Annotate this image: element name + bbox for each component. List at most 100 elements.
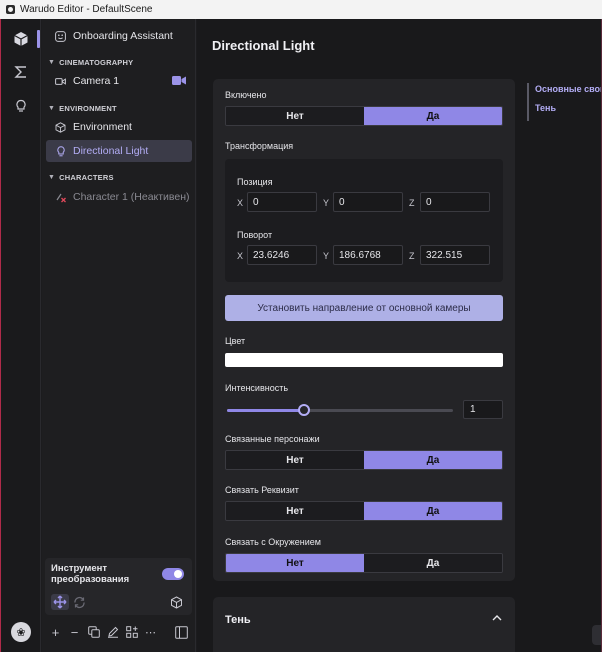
section-label: CINEMATOGRAPHY: [59, 58, 134, 67]
link-props-no-button[interactable]: Нет: [226, 502, 364, 520]
lightbulb-icon: [54, 145, 67, 157]
transform-tool-panel: Инструмент преобразования: [45, 558, 192, 615]
rotation-y-axis-label: Y: [323, 251, 330, 261]
collapse-sidebar-button[interactable]: [172, 623, 191, 641]
position-label: Позиция: [237, 177, 273, 187]
caret-down-icon: ▼: [48, 59, 56, 66]
section-environment[interactable]: ▼ ENVIRONMENT: [48, 104, 117, 113]
sidebar-panel-icon: [175, 625, 188, 639]
window-titlebar: Warudo Editor - DefaultScene: [0, 0, 602, 19]
rotation-y-input[interactable]: 186.6768: [333, 245, 403, 265]
basic-properties-card: Включено Нет Да Трансформация Позиция X …: [213, 79, 515, 581]
inspector-panel: Directional Light Включено Нет Да Трансф…: [197, 19, 602, 652]
duplicate-icon: [87, 626, 100, 638]
rotate-tool-button[interactable]: [70, 594, 88, 610]
linked-characters-no-button[interactable]: Нет: [226, 451, 364, 469]
cube-icon: [14, 32, 28, 46]
duplicate-asset-button[interactable]: [84, 623, 103, 641]
rotation-x-input[interactable]: 23.6246: [247, 245, 317, 265]
transform-tool-title: Инструмент преобразования: [51, 563, 130, 585]
caret-down-icon: ▼: [48, 105, 56, 112]
position-z-axis-label: Z: [409, 198, 415, 208]
app-logo-icon[interactable]: ❀: [11, 622, 31, 642]
sidebar-item-character[interactable]: Character 1 (Неактивен): [46, 186, 192, 208]
link-props-yes-button[interactable]: Да: [364, 502, 502, 520]
section-label: ENVIRONMENT: [59, 104, 117, 113]
link-environment-toggle-group: Нет Да: [225, 553, 503, 573]
rotation-z-input[interactable]: 322.515: [420, 245, 490, 265]
position-x-input[interactable]: 0: [247, 192, 317, 212]
toc-item-basic[interactable]: Основные свой: [535, 83, 602, 102]
page-title: Directional Light: [212, 38, 315, 53]
rotation-x-axis-label: X: [237, 251, 244, 261]
shadow-section-header[interactable]: Тень: [213, 597, 515, 652]
link-props-label: Связать Реквизит: [225, 485, 299, 495]
window-title: Warudo Editor - DefaultScene: [20, 4, 153, 15]
sidebar-item-onboarding[interactable]: Onboarding Assistant: [46, 25, 192, 47]
shadow-section-title: Тень: [225, 614, 251, 626]
transform-tool-toggle[interactable]: [162, 568, 184, 580]
enabled-yes-button[interactable]: Да: [364, 107, 502, 125]
linked-characters-yes-button[interactable]: Да: [364, 451, 502, 469]
sidebar-item-label: Character 1 (Неактивен): [73, 191, 190, 203]
transform-label: Трансформация: [225, 141, 294, 151]
box-icon: [54, 121, 67, 133]
character-inactive-icon: [54, 192, 67, 203]
position-x-axis-label: X: [237, 198, 244, 208]
lightbulb-icon: [16, 99, 26, 112]
link-environment-label: Связать с Окружением: [225, 537, 321, 547]
intensity-input[interactable]: 1: [463, 400, 503, 419]
position-z-input[interactable]: 0: [420, 192, 490, 212]
add-group-button[interactable]: [122, 623, 141, 641]
enabled-no-button[interactable]: Нет: [226, 107, 364, 125]
more-options-button[interactable]: ⋯: [141, 623, 160, 641]
rail-plugins-button[interactable]: [8, 93, 34, 119]
sidebar-item-directional-light[interactable]: Directional Light: [46, 140, 192, 162]
color-label: Цвет: [225, 336, 246, 346]
sidebar-item-label: Camera 1: [73, 75, 120, 87]
video-camera-icon: [54, 77, 67, 86]
section-cinematography[interactable]: ▼ CINEMATOGRAPHY: [48, 58, 133, 67]
enabled-label: Включено: [225, 90, 267, 100]
warudo-logo-icon: [6, 5, 15, 14]
pencil-icon: [107, 626, 118, 638]
sigma-icon: [14, 66, 26, 78]
space-toggle-button[interactable]: [167, 594, 185, 610]
rotation-z-axis-label: Z: [409, 251, 415, 261]
link-props-toggle-group: Нет Да: [225, 501, 503, 521]
caret-down-icon: ▼: [48, 174, 56, 181]
collapse-navigation-button[interactable]: [592, 625, 602, 645]
set-direction-from-camera-button[interactable]: Установить направление от основной камер…: [225, 295, 503, 321]
rename-asset-button[interactable]: [103, 623, 122, 641]
linked-characters-label: Связанные персонажи: [225, 434, 320, 444]
chevron-up-icon: [492, 615, 502, 621]
section-characters[interactable]: ▼ CHARACTERS: [48, 173, 114, 182]
section-label: CHARACTERS: [59, 173, 114, 182]
add-asset-button[interactable]: +: [46, 623, 65, 641]
intensity-slider[interactable]: [227, 404, 453, 416]
toc-item-shadow[interactable]: Тень: [535, 102, 602, 121]
grid-plus-icon: [125, 626, 138, 638]
sidebar-item-environment[interactable]: Environment: [46, 116, 192, 138]
minus-icon: −: [70, 624, 79, 640]
color-swatch[interactable]: [225, 353, 503, 367]
rotate-icon: [73, 596, 85, 608]
intensity-label: Интенсивность: [225, 383, 289, 393]
rail-scene-button[interactable]: [8, 26, 40, 52]
intensity-slider-handle[interactable]: [297, 404, 310, 416]
main-camera-badge-icon: [172, 76, 186, 85]
linked-characters-toggle-group: Нет Да: [225, 450, 503, 470]
enabled-toggle-group: Нет Да: [225, 106, 503, 126]
move-tool-button[interactable]: [51, 594, 69, 610]
intensity-slider-fill: [227, 409, 304, 412]
sidebar-item-label: Directional Light: [73, 145, 149, 157]
sidebar-item-camera[interactable]: Camera 1: [46, 70, 192, 92]
smiley-icon: [54, 30, 67, 42]
link-environment-no-button[interactable]: Нет: [226, 554, 364, 572]
sidebar-item-label: Environment: [73, 121, 132, 133]
remove-asset-button[interactable]: −: [65, 623, 84, 641]
rail-blueprints-button[interactable]: [8, 59, 34, 85]
sidebar-bottom-toolbar: + − ⋯: [42, 622, 196, 642]
link-environment-yes-button[interactable]: Да: [364, 554, 502, 572]
position-y-input[interactable]: 0: [333, 192, 403, 212]
